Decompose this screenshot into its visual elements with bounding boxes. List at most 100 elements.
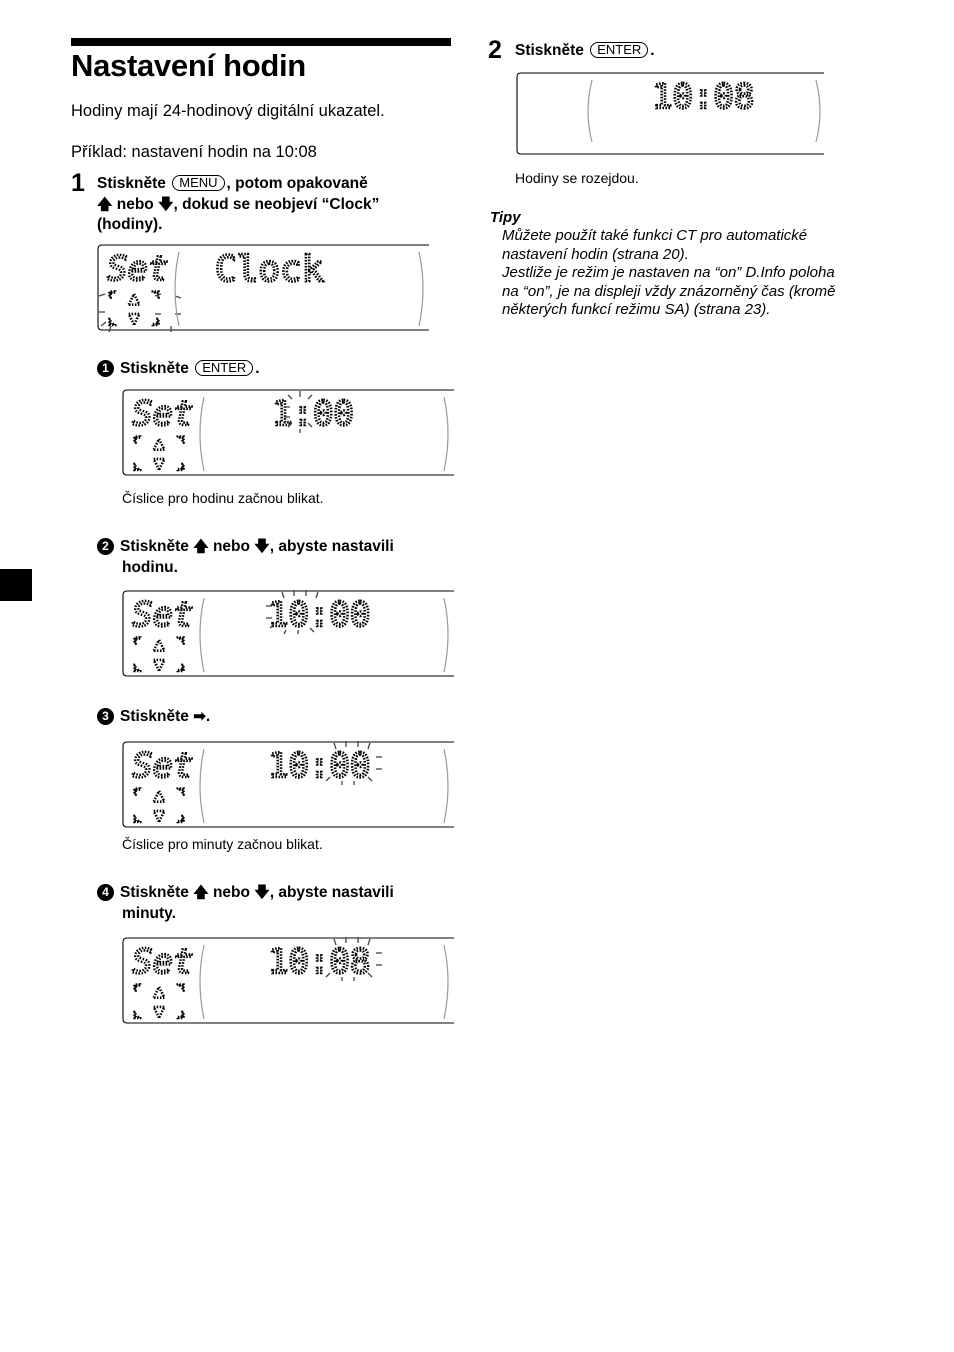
lcd-main-text: Clock [215, 249, 324, 290]
arrow-up-icon: 🡅 [193, 884, 209, 901]
set-icon-glyphs: ⌜ ▲ ⌝ ⌞ ▼ ⌟ [106, 287, 163, 331]
example-text: Příklad: nastavení hodin na 10:08 [71, 143, 317, 161]
lcd-bracket-left [199, 944, 205, 1020]
lcd-bracket-left [587, 79, 593, 143]
arrow-down-icon: 🡇 [158, 195, 174, 213]
menu-key: MENU [172, 175, 225, 191]
svg-text:⌜ ▲ ⌝: ⌜ ▲ ⌝ [132, 981, 186, 1002]
lcd-bracket-right [443, 944, 449, 1020]
instruction-text: (hodiny). [97, 216, 163, 233]
svg-text:⌜ ▲ ⌝: ⌜ ▲ ⌝ [107, 288, 161, 309]
instruction-text: Stiskněte [120, 538, 189, 555]
instruction-text: Stiskněte [97, 175, 166, 192]
lcd-bracket-right [443, 597, 449, 673]
instruction-text: hodinu. [122, 558, 178, 576]
lcd-display-clock: Set Clock ⌜ ▲ ⌝ ⌞ ▼ ⌟ [97, 244, 429, 333]
arrow-down-icon: 🡇 [254, 884, 270, 901]
instruction-text: Stiskněte [515, 42, 584, 59]
lcd-bracket-left [199, 748, 205, 824]
instruction-text: , abyste nastavili [269, 884, 394, 901]
instruction-text: Stiskněte [120, 360, 189, 377]
instruction-text: , dokud se neobjeví “Clock” [173, 195, 380, 213]
lcd-bracket-left [199, 597, 205, 673]
instruction-text: . [650, 42, 655, 59]
tip-line: nastavení hodin (strana 20). [502, 245, 689, 263]
svg-text:⌞ ▼ ⌟: ⌞ ▼ ⌟ [107, 308, 161, 329]
instruction-text: nebo [208, 884, 255, 901]
enter-key: ENTER [590, 42, 649, 58]
set-icon-glyphs: ⌜ ▲ ⌝ ⌞ ▼ ⌟ [131, 432, 188, 476]
lcd-set-label: Set [132, 746, 193, 786]
lcd-main-text: 10:08 [268, 942, 370, 982]
tips-heading: Tipy [490, 209, 521, 226]
substep-2-instruction: 2 Stiskněte 🡅 nebo 🡇, abyste nastavili ho… [97, 537, 457, 578]
step-marker-icon: 3 [97, 708, 114, 725]
lcd-main-text: 10:00 [268, 595, 370, 635]
lcd-display-hour-1: Set 1:00 ⌜ ▲ ⌝ ⌞ ▼ ⌟ [122, 389, 454, 477]
svg-text:⌞ ▼ ⌟: ⌞ ▼ ⌟ [132, 453, 186, 474]
enter-key: ENTER [195, 360, 254, 376]
lcd-set-label: Set [107, 249, 168, 289]
instruction-text: . [255, 360, 260, 377]
lcd-display-minutes-00: Set 10:00 ⌜ ▲ ⌝ ⌞ ▼ ⌟ [122, 741, 454, 829]
set-icon-glyphs: ⌜ ▲ ⌝ ⌞ ▼ ⌟ [131, 784, 188, 828]
set-icon-glyphs: ⌜ ▲ ⌝ ⌞ ▼ ⌟ [131, 633, 188, 677]
step-marker-icon: 2 [97, 538, 114, 555]
substep-1-caption: Číslice pro hodinu začnou blikat. [122, 490, 324, 506]
instruction-text: , potom opakovaně [226, 175, 368, 192]
lcd-set-label: Set [132, 394, 193, 434]
lcd-display-final: 10:08 [516, 72, 824, 156]
lcd-bracket-right [443, 396, 449, 472]
step-marker-icon: 4 [97, 884, 114, 901]
tips-body: Můžete použít také funkci CT pro automat… [502, 227, 836, 320]
lcd-bracket-right [815, 79, 821, 143]
svg-text:⌜ ▲ ⌝: ⌜ ▲ ⌝ [132, 634, 186, 655]
svg-text:⌞ ▼ ⌟: ⌞ ▼ ⌟ [132, 805, 186, 826]
lcd-bracket-left [174, 251, 180, 327]
tip-line: Můžete použít také funkci CT pro automat… [502, 227, 808, 244]
instruction-text: minuty. [122, 904, 176, 922]
instruction-text: . [205, 708, 211, 725]
title-rule [71, 38, 451, 46]
arrow-up-icon: 🡅 [97, 195, 113, 213]
svg-text:⌞ ▼ ⌟: ⌞ ▼ ⌟ [132, 654, 186, 675]
lcd-main-text: 10:00 [268, 746, 370, 786]
instruction-text: nebo [208, 538, 255, 555]
arrow-right-icon: ➡ [193, 708, 206, 725]
lcd-bracket-right [418, 251, 424, 327]
instruction-text: Stiskněte [120, 884, 189, 901]
intro-text: Hodiny mají 24-hodinový digitální ukazat… [71, 102, 385, 120]
arrow-up-icon: 🡅 [193, 538, 209, 555]
arrow-down-icon: 🡇 [254, 538, 270, 555]
set-icon-glyphs: ⌜ ▲ ⌝ ⌞ ▼ ⌟ [131, 980, 188, 1024]
step-marker-icon: 1 [97, 360, 114, 377]
lcd-display-hour-10: Set 10:00 ⌜ ▲ ⌝ ⌞ ▼ ⌟ [122, 590, 454, 678]
lcd-main-text: 10:08 [652, 77, 754, 117]
lcd-set-label: Set [132, 942, 193, 982]
svg-text:⌜ ▲ ⌝: ⌜ ▲ ⌝ [132, 433, 186, 454]
step-number: 2 [488, 36, 502, 64]
instruction-text: nebo [112, 195, 159, 213]
page-title: Nastavení hodin [71, 48, 306, 83]
substep-1-instruction: 1 Stiskněte ENTER. [97, 359, 260, 380]
substep-3-caption: Číslice pro minuty začnou blikat. [122, 836, 323, 852]
instruction-text: , abyste nastavili [269, 538, 394, 555]
step2-instruction: Stiskněte ENTER. [515, 41, 655, 62]
lcd-display-minutes-08: Set 10:08 ⌜ ▲ ⌝ ⌞ ▼ ⌟ [122, 937, 454, 1025]
svg-text:⌞ ▼ ⌟: ⌞ ▼ ⌟ [132, 1001, 186, 1022]
tip-line: některých funkcí režimu SA) (strana 23). [502, 301, 771, 318]
chapter-tab [0, 569, 32, 601]
lcd-bracket-right [443, 748, 449, 824]
svg-text:⌜ ▲ ⌝: ⌜ ▲ ⌝ [132, 785, 186, 806]
tip-line: na “on”, je na displeji vždy znázorněný … [502, 282, 836, 300]
substep-4-instruction: 4 Stiskněte 🡅 nebo 🡇, abyste nastavili mi… [97, 883, 457, 924]
instruction-text: Stiskněte [120, 708, 189, 725]
tip-line: Jestliže je režim je nastaven na “on” D.… [502, 264, 835, 281]
lcd-main-text: 1:00 [272, 394, 354, 434]
lcd-bracket-left [199, 396, 205, 472]
step-number: 1 [71, 169, 85, 197]
step2-caption: Hodiny se rozejdou. [515, 170, 639, 186]
step1-instruction: Stiskněte MENU, potom opakovaně 🡅 nebo 🡇… [97, 174, 457, 236]
substep-3-instruction: 3 Stiskněte ➡. [97, 707, 210, 728]
lcd-set-label: Set [132, 595, 193, 635]
